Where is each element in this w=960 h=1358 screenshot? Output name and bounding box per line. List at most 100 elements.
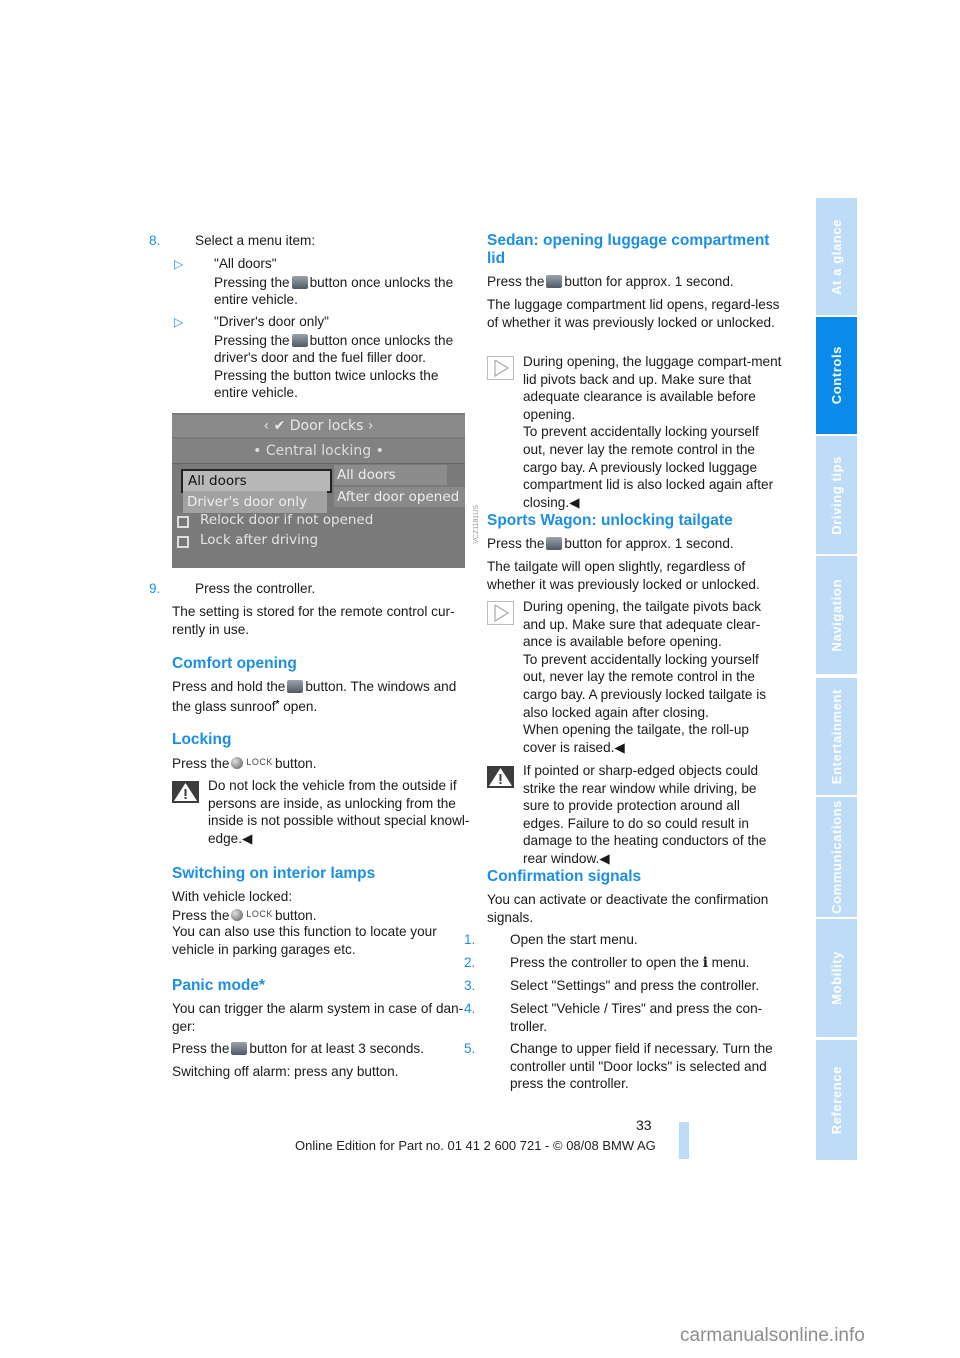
bullet-text-pre: Pressing the bbox=[214, 332, 290, 348]
tab-reference[interactable]: Reference bbox=[816, 1040, 857, 1160]
tab-label: Driving tips bbox=[828, 455, 844, 535]
tab-entertainment[interactable]: Entertainment bbox=[816, 678, 857, 795]
watermark: carmanualsonline.info bbox=[680, 1325, 865, 1346]
step-text: Select "Vehicle / Tires" and press the c… bbox=[510, 1001, 763, 1034]
screen-header: ‹ ✔ Door locks › bbox=[172, 415, 465, 437]
door-lock-check-icon: ✔ bbox=[273, 418, 286, 434]
warning-text: Do not lock the vehicle from the outside… bbox=[208, 778, 470, 846]
step-number: 1. bbox=[464, 932, 476, 947]
footer-edition: Online Edition for Part no. 01 41 2 600 … bbox=[295, 1138, 656, 1153]
tab-driving-tips[interactable]: Driving tips bbox=[816, 436, 857, 554]
step-text: Press the controller. bbox=[195, 581, 316, 596]
heading-locking: Locking bbox=[172, 731, 232, 748]
screen-subheader: • Central locking • bbox=[172, 439, 465, 464]
text-pre: Press the bbox=[172, 1041, 230, 1056]
sedan-note: During opening, the luggage compart-ment… bbox=[487, 353, 782, 511]
panic-text-3: Switching off alarm: press any button. bbox=[172, 1064, 399, 1079]
lamps-line-1: With vehicle locked: bbox=[172, 889, 293, 904]
wagon-note: During opening, the tailgate pivots back… bbox=[487, 598, 782, 756]
bullet-title: "All doors" bbox=[214, 256, 277, 271]
tab-label: Entertainment bbox=[828, 688, 844, 785]
note-arrow-icon bbox=[487, 601, 514, 625]
text-tail: open. bbox=[279, 698, 318, 714]
tab-at-a-glance[interactable]: At a glance bbox=[816, 198, 857, 315]
unlock-button-icon bbox=[287, 680, 304, 693]
unlock-button-icon bbox=[291, 333, 308, 347]
step-text: Change to upper field if necessary. Turn… bbox=[510, 1041, 773, 1092]
screen-header-label: Door locks bbox=[289, 418, 364, 434]
triangle-bullet-icon: ▷ bbox=[174, 315, 184, 329]
tab-label: At a glance bbox=[828, 218, 844, 295]
option-relock-label: Relock door if not opened bbox=[200, 512, 374, 528]
wagon-warning: If pointed or sharp-edged objects could … bbox=[487, 762, 782, 868]
trunk-button-icon bbox=[546, 275, 563, 288]
text-post: button. bbox=[274, 755, 317, 771]
locking-text: Press the LOCK button. bbox=[172, 754, 470, 772]
bullet-drivers-door: ▷ "Driver's door only" Pressing the button… bbox=[174, 313, 470, 402]
confirm-intro: You can activate or deactivate the confi… bbox=[487, 892, 769, 925]
text-pre: Press the bbox=[172, 907, 230, 923]
checkbox-relock[interactable] bbox=[177, 516, 189, 528]
heading-sports-wagon: Sports Wagon: unlocking tailgate bbox=[487, 512, 733, 529]
text-post: button for at least 3 seconds. bbox=[249, 1041, 424, 1056]
triangle-bullet-icon: ▷ bbox=[174, 257, 184, 271]
tab-label: Controls bbox=[828, 346, 844, 405]
menu-value-1: All doors bbox=[334, 465, 447, 485]
text-pre: Press the bbox=[172, 755, 230, 771]
note-arrow-icon bbox=[487, 356, 514, 380]
wagon-text: The tailgate will open slightly, regardl… bbox=[487, 559, 760, 592]
comfort-text: Press and hold the button. The windows an… bbox=[172, 678, 470, 715]
text-post: button. bbox=[274, 907, 317, 923]
sedan-press: Press the button for approx. 1 second. bbox=[487, 273, 782, 291]
step-number: 2. bbox=[464, 955, 476, 970]
step-number: 5. bbox=[464, 1041, 476, 1056]
lock-label: LOCK bbox=[246, 909, 273, 919]
bullet-title: "Driver's door only" bbox=[214, 314, 329, 329]
lamps-line-2: Press the LOCK button. bbox=[172, 906, 470, 924]
trunk-button-icon bbox=[546, 537, 563, 550]
step-9: 9. Press the controller. bbox=[149, 580, 470, 598]
text-pre: Press the bbox=[487, 536, 545, 551]
panic-text-2: Press the button for at least 3 seconds. bbox=[172, 1040, 470, 1058]
heading-interior-lamps: Switching on interior lamps bbox=[172, 865, 376, 882]
tab-communications[interactable]: Communications bbox=[816, 797, 857, 917]
text-post: button for approx. 1 second. bbox=[564, 274, 734, 289]
step-number: 9. bbox=[149, 581, 161, 596]
option-lock-after-driving-label: Lock after driving bbox=[200, 532, 319, 548]
tab-mobility[interactable]: Mobility bbox=[816, 919, 857, 1037]
step-text: Select "Settings" and press the controll… bbox=[510, 978, 760, 993]
text-pre: Press the bbox=[487, 274, 545, 289]
tab-label: Communications bbox=[828, 800, 844, 914]
checkbox-lock-after-driving[interactable] bbox=[177, 536, 189, 548]
stored-note: The setting is stored for the remote con… bbox=[172, 604, 455, 637]
confirm-step-3: 3. Select "Settings" and press the contro… bbox=[464, 977, 782, 995]
lock-label: LOCK bbox=[246, 757, 273, 767]
menu-option-drivers-door[interactable]: Driver's door only bbox=[183, 491, 327, 513]
step-text-pre: Press the controller to open the bbox=[510, 955, 699, 970]
lock-button-icon: LOCK bbox=[231, 754, 273, 772]
text-pre: Press and hold the bbox=[172, 679, 286, 694]
heading-confirmation-signals: Confirmation signals bbox=[487, 868, 642, 885]
bullet-text-pre: Pressing the bbox=[214, 274, 290, 290]
locking-warning: Do not lock the vehicle from the outside… bbox=[172, 777, 470, 847]
step-number: 8. bbox=[149, 233, 161, 248]
page-number: 33 bbox=[636, 1117, 652, 1133]
tab-label: Reference bbox=[828, 1065, 844, 1135]
image-code: VCZ1181US bbox=[473, 505, 480, 544]
tab-navigation[interactable]: Navigation bbox=[816, 556, 857, 674]
confirm-step-1: 1. Open the start menu. bbox=[464, 931, 782, 949]
trunk-button-icon bbox=[231, 1042, 248, 1055]
confirm-step-4: 4. Select "Vehicle / Tires" and press the… bbox=[464, 1000, 782, 1035]
lamps-line-3: You can also use this function to locate… bbox=[172, 924, 437, 957]
menu-option-all-doors[interactable]: All doors bbox=[181, 469, 332, 493]
tab-label: Navigation bbox=[828, 578, 844, 652]
page-marker bbox=[679, 1122, 689, 1159]
step-number: 4. bbox=[464, 1001, 476, 1016]
step-text-post: menu. bbox=[711, 955, 750, 970]
confirm-step-2: 2. Press the controller to open the i men… bbox=[464, 954, 782, 973]
tab-controls[interactable]: Controls bbox=[816, 317, 857, 434]
screen-subheader-label: Central locking bbox=[265, 443, 372, 459]
panic-text-1: You can trigger the alarm system in case… bbox=[172, 1001, 464, 1034]
text-post: button for approx. 1 second. bbox=[564, 536, 734, 551]
lock-button-icon: LOCK bbox=[231, 906, 273, 924]
